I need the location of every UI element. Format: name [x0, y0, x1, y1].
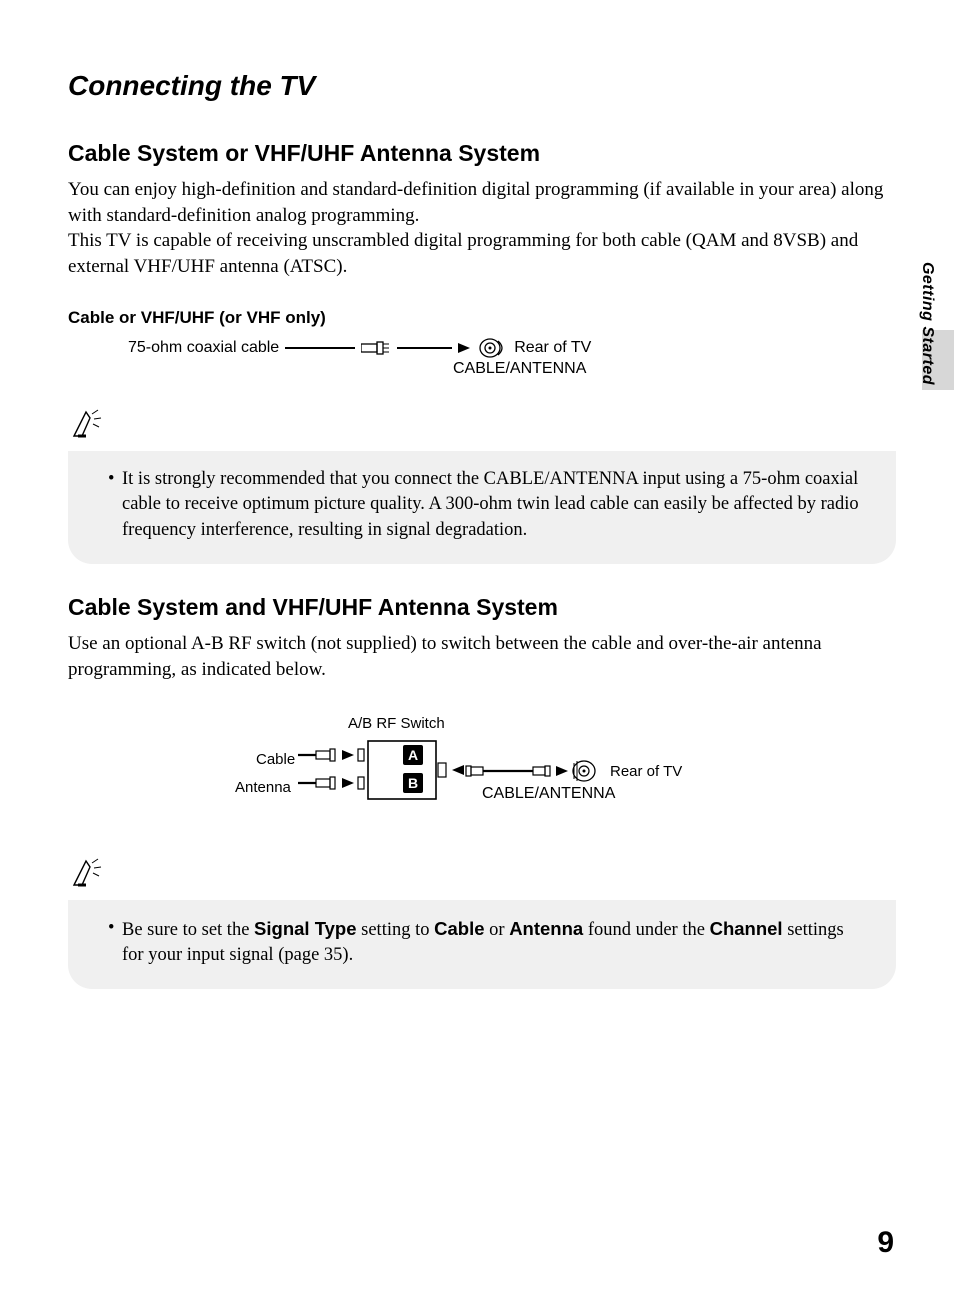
coax-plug-icon — [361, 339, 391, 357]
diagram-2-switch-label: A/B RF Switch — [348, 715, 445, 732]
diagram-1-rear-label: Rear of TV — [514, 339, 591, 357]
diagram-1-port-label: CABLE/ANTENNA — [453, 360, 586, 378]
section-heading-2: Cable System and VHF/UHF Antenna System — [68, 594, 894, 621]
page-number: 9 — [877, 1226, 894, 1260]
coax-jack-icon — [478, 338, 508, 358]
section-tab-label: Getting Started — [918, 262, 936, 385]
document-page: Getting Started Connecting the TV Cable … — [0, 0, 954, 1298]
section-1-paragraph-1: You can enjoy high-definition and standa… — [68, 177, 894, 228]
diagram-1-coax-label: 75-ohm coaxial cable — [128, 339, 279, 357]
section-heading-1: Cable System or VHF/UHF Antenna System — [68, 140, 894, 167]
diagram-1-title: Cable or VHF/UHF (or VHF only) — [68, 308, 894, 328]
page-title: Connecting the TV — [68, 70, 894, 102]
diagram-1: 75-ohm coaxial cable Rear of TV CABLE/A — [128, 338, 894, 378]
cable-line-icon — [285, 347, 355, 349]
diagram-2-cable-label: Cable — [256, 751, 295, 768]
diagram-2-rear-label: Rear of TV — [610, 763, 682, 780]
diagram-2-antenna-label: Antenna — [235, 779, 291, 796]
note-box-2: Be sure to set the Signal Type setting t… — [68, 900, 896, 990]
note-1-text: It is strongly recommended that you conn… — [108, 467, 866, 545]
tip-icon — [68, 857, 894, 894]
cable-line-icon — [397, 347, 452, 349]
tip-icon — [68, 408, 894, 445]
note-box-1: It is strongly recommended that you conn… — [68, 451, 896, 565]
section-1-paragraph-2: This TV is capable of receiving unscramb… — [68, 228, 894, 279]
section-2-paragraph: Use an optional A-B RF switch (not suppl… — [68, 631, 894, 682]
arrow-right-icon — [458, 341, 472, 355]
diagram-2: A/B RF Switch Cable Antenna Rear of TV C… — [168, 719, 894, 839]
note-2-text: Be sure to set the Signal Type setting t… — [108, 916, 866, 970]
ab-switch-diagram-icon — [298, 735, 618, 807]
